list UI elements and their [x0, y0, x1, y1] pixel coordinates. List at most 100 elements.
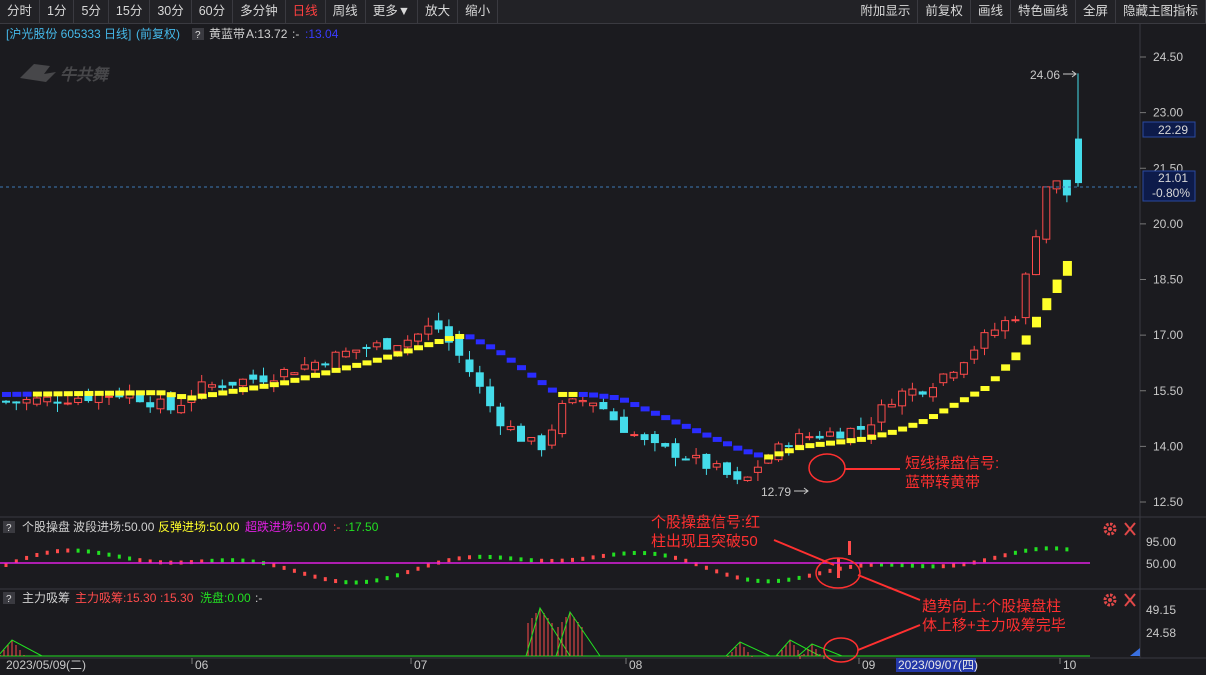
- low-price-label: 12.79: [761, 485, 791, 499]
- ind1-mark-33: [344, 580, 348, 585]
- ind1-mark-45: [468, 555, 471, 560]
- ind1-mark-49: [509, 556, 513, 561]
- option-button-5[interactable]: 隐藏主图指标: [1116, 0, 1206, 24]
- candle-body-13: [135, 394, 144, 403]
- candle-body-71: [733, 471, 742, 480]
- annotation-trend-up-line1: 趋势向上:个股操盘柱: [922, 598, 1062, 615]
- ind1-signal-bar: [837, 558, 840, 578]
- band-block-46: [475, 339, 485, 345]
- ind1-mark-76: [787, 577, 791, 582]
- ind1-mark-92: [952, 563, 956, 568]
- ind1-mark-5: [56, 549, 59, 554]
- band-block-47: [486, 344, 496, 350]
- period-tab-8[interactable]: 周线: [326, 0, 366, 24]
- ind2-tick-high: 49.15: [1146, 603, 1176, 617]
- candle-body-85: [877, 404, 886, 423]
- candle-body-34: [352, 349, 361, 353]
- period-tab-6[interactable]: 多分钟: [233, 0, 286, 24]
- candle-body-99: [1021, 273, 1030, 319]
- ind1-mark-4: [45, 550, 49, 555]
- ind1-mark-36: [375, 578, 379, 583]
- ind1-mark-74: [766, 579, 770, 584]
- candle-body-55: [568, 398, 577, 404]
- ind1-mark-102: [1055, 546, 1059, 551]
- price-tick-6: 15.50: [1153, 384, 1183, 398]
- band-block-65: [671, 419, 681, 425]
- band-block-31: [321, 370, 331, 376]
- candle-body-35: [362, 346, 371, 349]
- ind1-mark-10: [107, 552, 111, 557]
- band-block-67: [692, 428, 702, 434]
- kline-chart[interactable]: [沪光股份 605333 日线] (前复权) ? 黄蓝带 A:13.72 :- …: [0, 24, 1206, 675]
- ind1-mark-60: [622, 551, 626, 556]
- candle-body-73: [753, 466, 762, 473]
- price-badge-pct-text: -0.80%: [1152, 186, 1190, 200]
- band-block-92: [949, 402, 959, 408]
- month-label-1: 07: [414, 658, 428, 672]
- period-tab-11[interactable]: 缩小: [458, 0, 499, 24]
- candle-body-94: [970, 349, 979, 360]
- candle-body-5: [53, 401, 62, 404]
- period-tab-3[interactable]: 15分: [109, 0, 151, 24]
- ind1-mark-64: [663, 553, 667, 558]
- option-button-3[interactable]: 特色画线: [1011, 0, 1076, 24]
- band-block-41: [424, 342, 434, 348]
- period-tab-10[interactable]: 放大: [418, 0, 459, 24]
- ind2-series-2: :15.30: [160, 591, 194, 605]
- ind1-mark-43: [447, 558, 451, 563]
- ind1-mark-46: [478, 554, 482, 559]
- annotation-short-signal-line2: 蓝带转黄带: [905, 474, 981, 491]
- annotation-stock-signal-line2: 柱出现且突破50: [651, 533, 758, 550]
- band-block-8: [84, 390, 94, 396]
- option-button-0[interactable]: 附加显示: [853, 0, 919, 24]
- band-block-0: [2, 391, 11, 397]
- month-label-3: 09: [862, 658, 876, 672]
- candle-body-67: [692, 454, 701, 459]
- band-block-26: [269, 382, 279, 388]
- ind2-tick-mid: 24.58: [1146, 626, 1176, 640]
- candle-body-10: [105, 395, 113, 398]
- candle-body-6: [63, 402, 72, 405]
- ind1-mark-48: [498, 555, 502, 560]
- period-tab-7[interactable]: 日线: [286, 0, 326, 24]
- candle-body-81: [836, 431, 845, 439]
- band-block-24: [249, 385, 259, 391]
- option-button-2[interactable]: 画线: [971, 0, 1011, 24]
- ind1-mark-11: [117, 554, 121, 559]
- band-block-71: [733, 445, 743, 451]
- band-block-38: [393, 351, 403, 357]
- ind1-mark-28: [292, 568, 296, 573]
- price-tick-0: 24.50: [1153, 50, 1183, 64]
- period-tab-0[interactable]: 分时: [0, 0, 41, 24]
- ind1-series-4: :-: [333, 520, 340, 534]
- band-block-13: [135, 390, 145, 396]
- band-block-94: [970, 391, 980, 397]
- ind1-mark-69: [715, 569, 719, 574]
- band-block-61: [630, 402, 640, 408]
- candle-body-61: [630, 434, 639, 437]
- ind1-name: 个股操盘: [22, 519, 70, 534]
- ind1-mark-100: [1034, 547, 1038, 552]
- candle-body-64: [661, 443, 670, 447]
- ind1-mark-68: [704, 565, 708, 570]
- option-button-1[interactable]: 前复权: [918, 0, 971, 24]
- band-block-58: [599, 393, 609, 399]
- price-tick-8: 12.50: [1153, 495, 1183, 509]
- band-block-30: [311, 372, 320, 378]
- band-block-29: [300, 375, 310, 381]
- candle-body-32: [331, 351, 340, 370]
- period-tab-9[interactable]: 更多▼: [366, 0, 419, 24]
- candle-body-30: [311, 361, 319, 371]
- period-tab-5[interactable]: 60分: [192, 0, 234, 24]
- candle-body-19: [197, 381, 206, 395]
- period-tab-2[interactable]: 5分: [74, 0, 109, 24]
- candle-body-100: [1032, 236, 1040, 276]
- band-block-39: [403, 348, 413, 354]
- period-tab-4[interactable]: 30分: [150, 0, 192, 24]
- band-block-68: [702, 432, 712, 438]
- period-tab-1[interactable]: 1分: [40, 0, 75, 24]
- ind1-mark-55: [571, 557, 574, 562]
- candle-body-101: [1042, 186, 1051, 240]
- option-button-4[interactable]: 全屏: [1076, 0, 1116, 24]
- candle-body-39: [403, 339, 412, 348]
